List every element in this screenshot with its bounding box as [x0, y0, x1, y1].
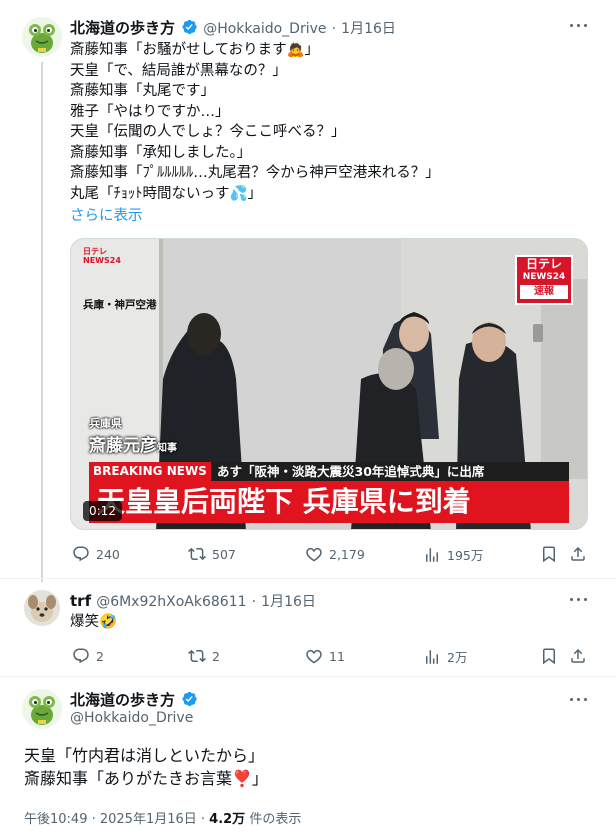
avatar[interactable]	[22, 689, 62, 729]
channel-logo-bottom: 速報	[520, 285, 568, 299]
reply-button[interactable]: 240	[72, 545, 120, 563]
tweet-line: 天皇「竹内君は消しといたから」	[24, 746, 265, 765]
tweet-line: 天皇「で、結局誰が黒幕なの？」	[70, 62, 287, 79]
retweet-button[interactable]: 2	[188, 647, 220, 665]
video-duration: 0:12	[83, 501, 122, 521]
more-icon[interactable]	[568, 690, 592, 708]
person-title: 知事	[157, 443, 177, 454]
breaking-bar: BREAKING NEWS あす「阪神・淡路大震災30年追悼式典」に出席	[89, 462, 569, 481]
verified-icon	[180, 18, 198, 36]
tweet-line: 斎藤知事「承知しました。」	[70, 144, 252, 161]
reply-icon	[72, 545, 90, 563]
dog-avatar-icon	[24, 590, 60, 626]
tweet-timestamp[interactable]: 午後10:49 · 2025年1月16日 ·	[24, 812, 209, 827]
display-name[interactable]: 北海道の歩き方	[70, 691, 175, 709]
tweet-text: 爆笑🤣	[70, 614, 118, 630]
views-icon	[423, 648, 441, 666]
avatar[interactable]	[22, 17, 62, 57]
tweet-line: 雅子「やはりですか…」	[70, 103, 230, 120]
headline: 天皇皇后両陛下 兵庫県に到着	[97, 485, 471, 518]
retweet-count: 507	[212, 546, 236, 562]
retweet-count: 2	[212, 648, 220, 664]
tweet-body: 天皇「竹内君は消しといたから」 斎藤知事「ありがたきお言葉❣️」	[24, 744, 268, 790]
bookmark-icon	[540, 647, 558, 665]
reply-button[interactable]: 2	[72, 647, 104, 665]
share-icon	[569, 647, 587, 665]
divider	[0, 578, 616, 579]
like-icon	[305, 545, 323, 563]
share-button[interactable]	[569, 545, 587, 563]
corner-logo-text: 日テレ NEWS24	[83, 247, 121, 265]
tweet-body: 斎藤知事「お騒がせしております🙇」 天皇「で、結局誰が黒幕なの？」 斎藤知事「丸…	[70, 40, 440, 225]
frog-avatar-icon	[22, 689, 62, 729]
view-count: 2万	[447, 650, 468, 665]
show-more-link[interactable]: さらに表示	[70, 204, 440, 225]
like-icon	[305, 647, 323, 665]
reply-icon	[72, 647, 90, 665]
subheadline: あす「阪神・淡路大震災30年追悼式典」に出席	[217, 464, 485, 479]
divider	[0, 676, 616, 677]
views-button[interactable]: 2万	[423, 647, 467, 666]
more-icon[interactable]	[568, 16, 592, 34]
tweet-line: 斎藤知事「丸尾です」	[70, 83, 215, 99]
tweet-line: 斎藤知事「ﾌﾟﾙﾙﾙﾙﾙ…丸尾君？今から神戸空港来れる？」	[70, 165, 440, 181]
like-count: 2,179	[329, 546, 365, 562]
like-button[interactable]: 2,179	[305, 545, 365, 563]
like-button[interactable]: 11	[305, 647, 345, 665]
verified-icon	[180, 690, 198, 708]
more-icon[interactable]	[568, 590, 592, 608]
location-label: 兵庫・神戸空港	[83, 299, 157, 311]
separator: ·	[331, 21, 337, 37]
retweet-button[interactable]: 507	[188, 545, 236, 563]
breaking-label: BREAKING NEWS	[89, 462, 211, 481]
tweet-line: 斎藤知事「お騒がせしております🙇」	[70, 42, 320, 58]
person-prefecture: 兵庫県	[89, 417, 122, 430]
tweet-date[interactable]: 1月16日	[341, 21, 396, 37]
channel-logo-top: 日テレ	[525, 257, 562, 271]
tweet-line: 丸尾「ﾁｮｯﾄ時間ないっす💦」	[70, 185, 263, 202]
thread-line	[41, 62, 43, 582]
corner-logo-box: 日テレ NEWS24	[83, 247, 121, 267]
username[interactable]: @Hokkaido_Drive	[203, 21, 326, 37]
avatar[interactable]	[24, 590, 60, 626]
separator: ·	[251, 594, 257, 610]
person-name: 斎藤元彦	[89, 436, 157, 456]
username[interactable]: @Hokkaido_Drive	[70, 710, 193, 726]
like-count: 11	[329, 648, 345, 664]
tweet-meta: 午後10:49 · 2025年1月16日 · 4.2万 件の表示	[24, 808, 301, 827]
views-icon	[423, 546, 441, 564]
tweet-line: 斎藤知事「ありがたきお言葉❣️」	[24, 769, 268, 788]
tweet-header: 北海道の歩き方 @Hokkaido_Drive · 1月16日	[70, 17, 396, 38]
bookmark-button[interactable]	[540, 647, 558, 665]
display-name[interactable]: trf	[70, 592, 91, 610]
frog-avatar-icon	[22, 17, 62, 57]
view-count: 4.2万	[209, 812, 246, 827]
channel-logo: 日テレ NEWS24 速報	[515, 255, 573, 305]
tweet-header: trf @6Mx92hXoAk68611 · 1月16日	[70, 591, 316, 611]
tweet-date[interactable]: 1月16日	[261, 594, 316, 610]
views-button[interactable]: 195万	[423, 545, 483, 564]
share-icon	[569, 545, 587, 563]
display-name-row: 北海道の歩き方	[70, 689, 198, 710]
view-count: 195万	[447, 548, 484, 563]
display-name[interactable]: 北海道の歩き方	[70, 19, 175, 37]
person-caption: 斎藤元彦知事	[89, 431, 177, 456]
bookmark-button[interactable]	[540, 545, 558, 563]
reply-count: 2	[96, 648, 104, 664]
video-player[interactable]: 日テレ NEWS24 速報 日テレ NEWS24 兵庫・神戸空港 兵庫県 斎藤元…	[70, 238, 588, 530]
tweet-line: 天皇「伝聞の人でしょ？今ここ呼べる？」	[70, 124, 346, 140]
headline-bar: 天皇皇后両陛下 兵庫県に到着	[89, 481, 569, 523]
share-button[interactable]	[569, 647, 587, 665]
retweet-icon	[188, 647, 206, 665]
bookmark-icon	[540, 545, 558, 563]
username[interactable]: @6Mx92hXoAk68611	[96, 594, 246, 610]
retweet-icon	[188, 545, 206, 563]
reply-count: 240	[96, 546, 120, 562]
views-label: 件の表示	[245, 812, 302, 827]
channel-logo-mid: NEWS24	[522, 272, 566, 282]
